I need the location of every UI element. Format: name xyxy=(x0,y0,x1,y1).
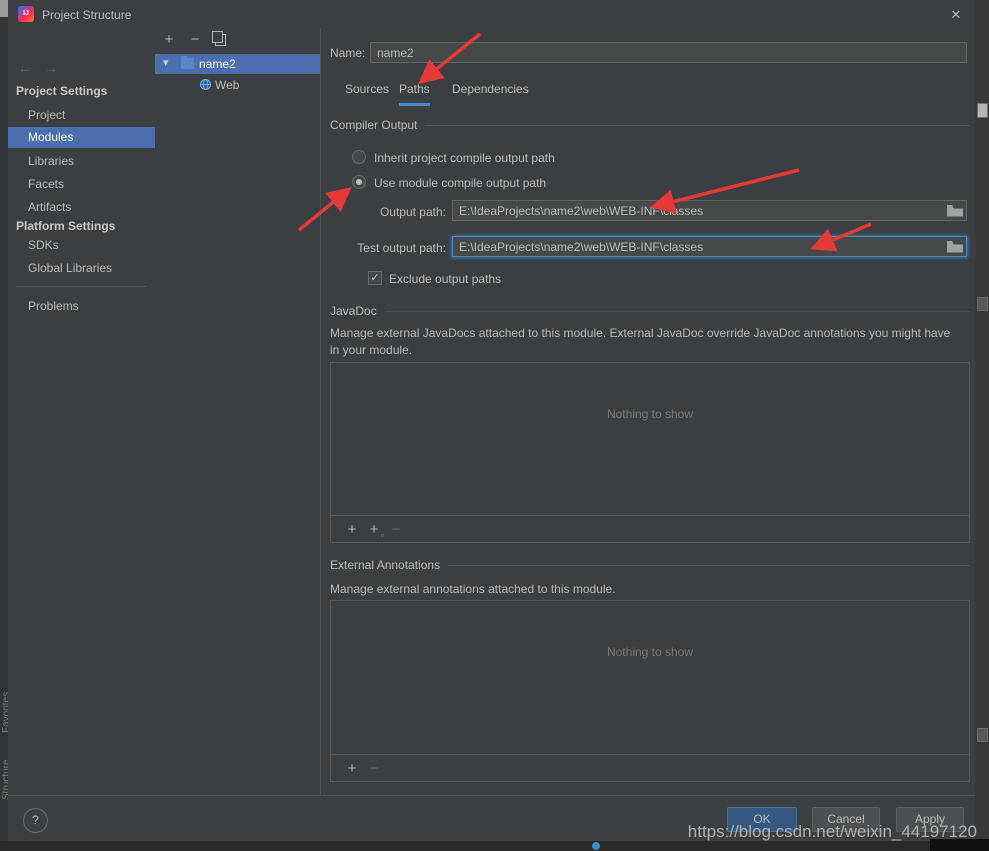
small-circle-icon: ◦ xyxy=(381,530,384,540)
copy-module-icon[interactable] xyxy=(215,34,226,46)
use-module-output-radio[interactable] xyxy=(352,175,366,189)
back-icon[interactable]: ← xyxy=(16,60,34,76)
remove-module-button[interactable]: − xyxy=(186,31,204,49)
sidebar-item-global-libraries[interactable]: Global Libraries xyxy=(8,258,155,279)
close-icon[interactable]: ✕ xyxy=(946,5,966,25)
settings-sidebar: ← → Project Settings Project Modules Lib… xyxy=(8,28,156,795)
help-button[interactable]: ? xyxy=(23,808,48,833)
annotations-description: Manage external annotations attached to … xyxy=(330,581,958,598)
dialog-titlebar: IJ Project Structure ✕ xyxy=(8,0,975,28)
inherit-output-label[interactable]: Inherit project compile output path xyxy=(374,151,555,165)
add-module-button[interactable]: + xyxy=(160,31,178,49)
remove-javadoc-button[interactable]: − xyxy=(385,521,407,538)
ide-bottom-strip xyxy=(0,841,989,851)
web-facet-label: Web xyxy=(215,78,239,92)
test-output-path-label: Test output path: xyxy=(330,241,446,255)
project-structure-screen: Favorites Structure IJ Project Structure… xyxy=(0,0,989,851)
add-annotation-root-button[interactable]: + xyxy=(341,760,363,777)
forward-icon[interactable]: → xyxy=(42,60,60,76)
watermark-text: https://blog.csdn.net/weixin_44197120 xyxy=(688,822,977,842)
remove-annotation-root-button[interactable]: − xyxy=(363,760,385,777)
sidebar-divider xyxy=(16,286,146,287)
intellij-logo-icon: IJ xyxy=(18,6,34,22)
tab-dependencies[interactable]: Dependencies xyxy=(452,82,529,103)
javadoc-empty-panel: Nothing to show xyxy=(330,362,970,516)
section-external-annotations-label: External Annotations xyxy=(330,558,440,572)
name-label: Name: xyxy=(330,46,365,60)
section-compiler-output-label: Compiler Output xyxy=(330,118,417,132)
tab-paths[interactable]: Paths xyxy=(399,82,430,106)
sidebar-item-project[interactable]: Project xyxy=(8,105,155,126)
sidebar-item-artifacts[interactable]: Artifacts xyxy=(8,197,155,218)
output-path-input[interactable] xyxy=(452,200,967,221)
module-icon xyxy=(181,58,194,69)
chevron-down-icon[interactable]: ▾ xyxy=(163,56,169,69)
add-javadoc-url-button[interactable]: +◦ xyxy=(363,521,385,538)
exclude-output-paths-checkbox[interactable]: ✓ xyxy=(368,271,382,285)
inherit-output-radio[interactable] xyxy=(352,150,366,164)
section-javadoc-label: JavaDoc xyxy=(330,304,377,318)
add-javadoc-button[interactable]: + xyxy=(341,521,363,538)
section-compiler-output: Compiler Output xyxy=(330,118,970,132)
output-path-label: Output path: xyxy=(330,205,446,219)
name-input[interactable] xyxy=(370,42,967,63)
sidebar-item-modules[interactable]: Modules xyxy=(8,127,155,148)
module-name: name2 xyxy=(199,57,236,71)
tab-sources[interactable]: Sources xyxy=(345,82,389,103)
output-path-browse-folder-icon[interactable] xyxy=(946,203,964,218)
screen-right-edge xyxy=(975,0,989,851)
module-tree-panel xyxy=(155,28,321,795)
window-title: Project Structure xyxy=(42,8,131,22)
platform-settings-header: Platform Settings xyxy=(16,219,115,233)
annotations-empty-hint: Nothing to show xyxy=(331,601,969,659)
section-javadoc: JavaDoc xyxy=(330,304,970,318)
javadoc-empty-hint: Nothing to show xyxy=(331,363,969,421)
annotations-toolbar: + − xyxy=(330,754,970,782)
section-external-annotations: External Annotations xyxy=(330,558,970,572)
annotations-empty-panel: Nothing to show xyxy=(330,600,970,755)
sidebar-item-problems[interactable]: Problems xyxy=(8,296,155,317)
tree-row-name2[interactable]: ▾ name2 xyxy=(155,54,320,74)
test-output-path-input[interactable] xyxy=(452,236,967,257)
sidebar-item-sdks[interactable]: SDKs xyxy=(8,235,155,256)
right-edge-artifact xyxy=(977,297,988,311)
footer-divider xyxy=(8,795,975,796)
sidebar-item-libraries[interactable]: Libraries xyxy=(8,151,155,172)
test-output-path-browse-folder-icon[interactable] xyxy=(946,239,964,254)
javadoc-toolbar: + +◦ − xyxy=(330,515,970,543)
right-edge-artifact xyxy=(977,728,988,742)
web-facet-icon xyxy=(199,78,212,91)
project-settings-header: Project Settings xyxy=(16,84,107,98)
sidebar-item-facets[interactable]: Facets xyxy=(8,174,155,195)
exclude-output-paths-label[interactable]: Exclude output paths xyxy=(389,272,501,286)
use-module-output-label[interactable]: Use module compile output path xyxy=(374,176,546,190)
project-structure-dialog: IJ Project Structure ✕ ← → Project Setti… xyxy=(8,0,975,841)
right-edge-artifact xyxy=(977,103,988,118)
javadoc-description: Manage external JavaDocs attached to thi… xyxy=(330,325,958,359)
tree-row-web[interactable]: Web xyxy=(155,76,320,95)
status-blue-dot xyxy=(592,842,600,850)
